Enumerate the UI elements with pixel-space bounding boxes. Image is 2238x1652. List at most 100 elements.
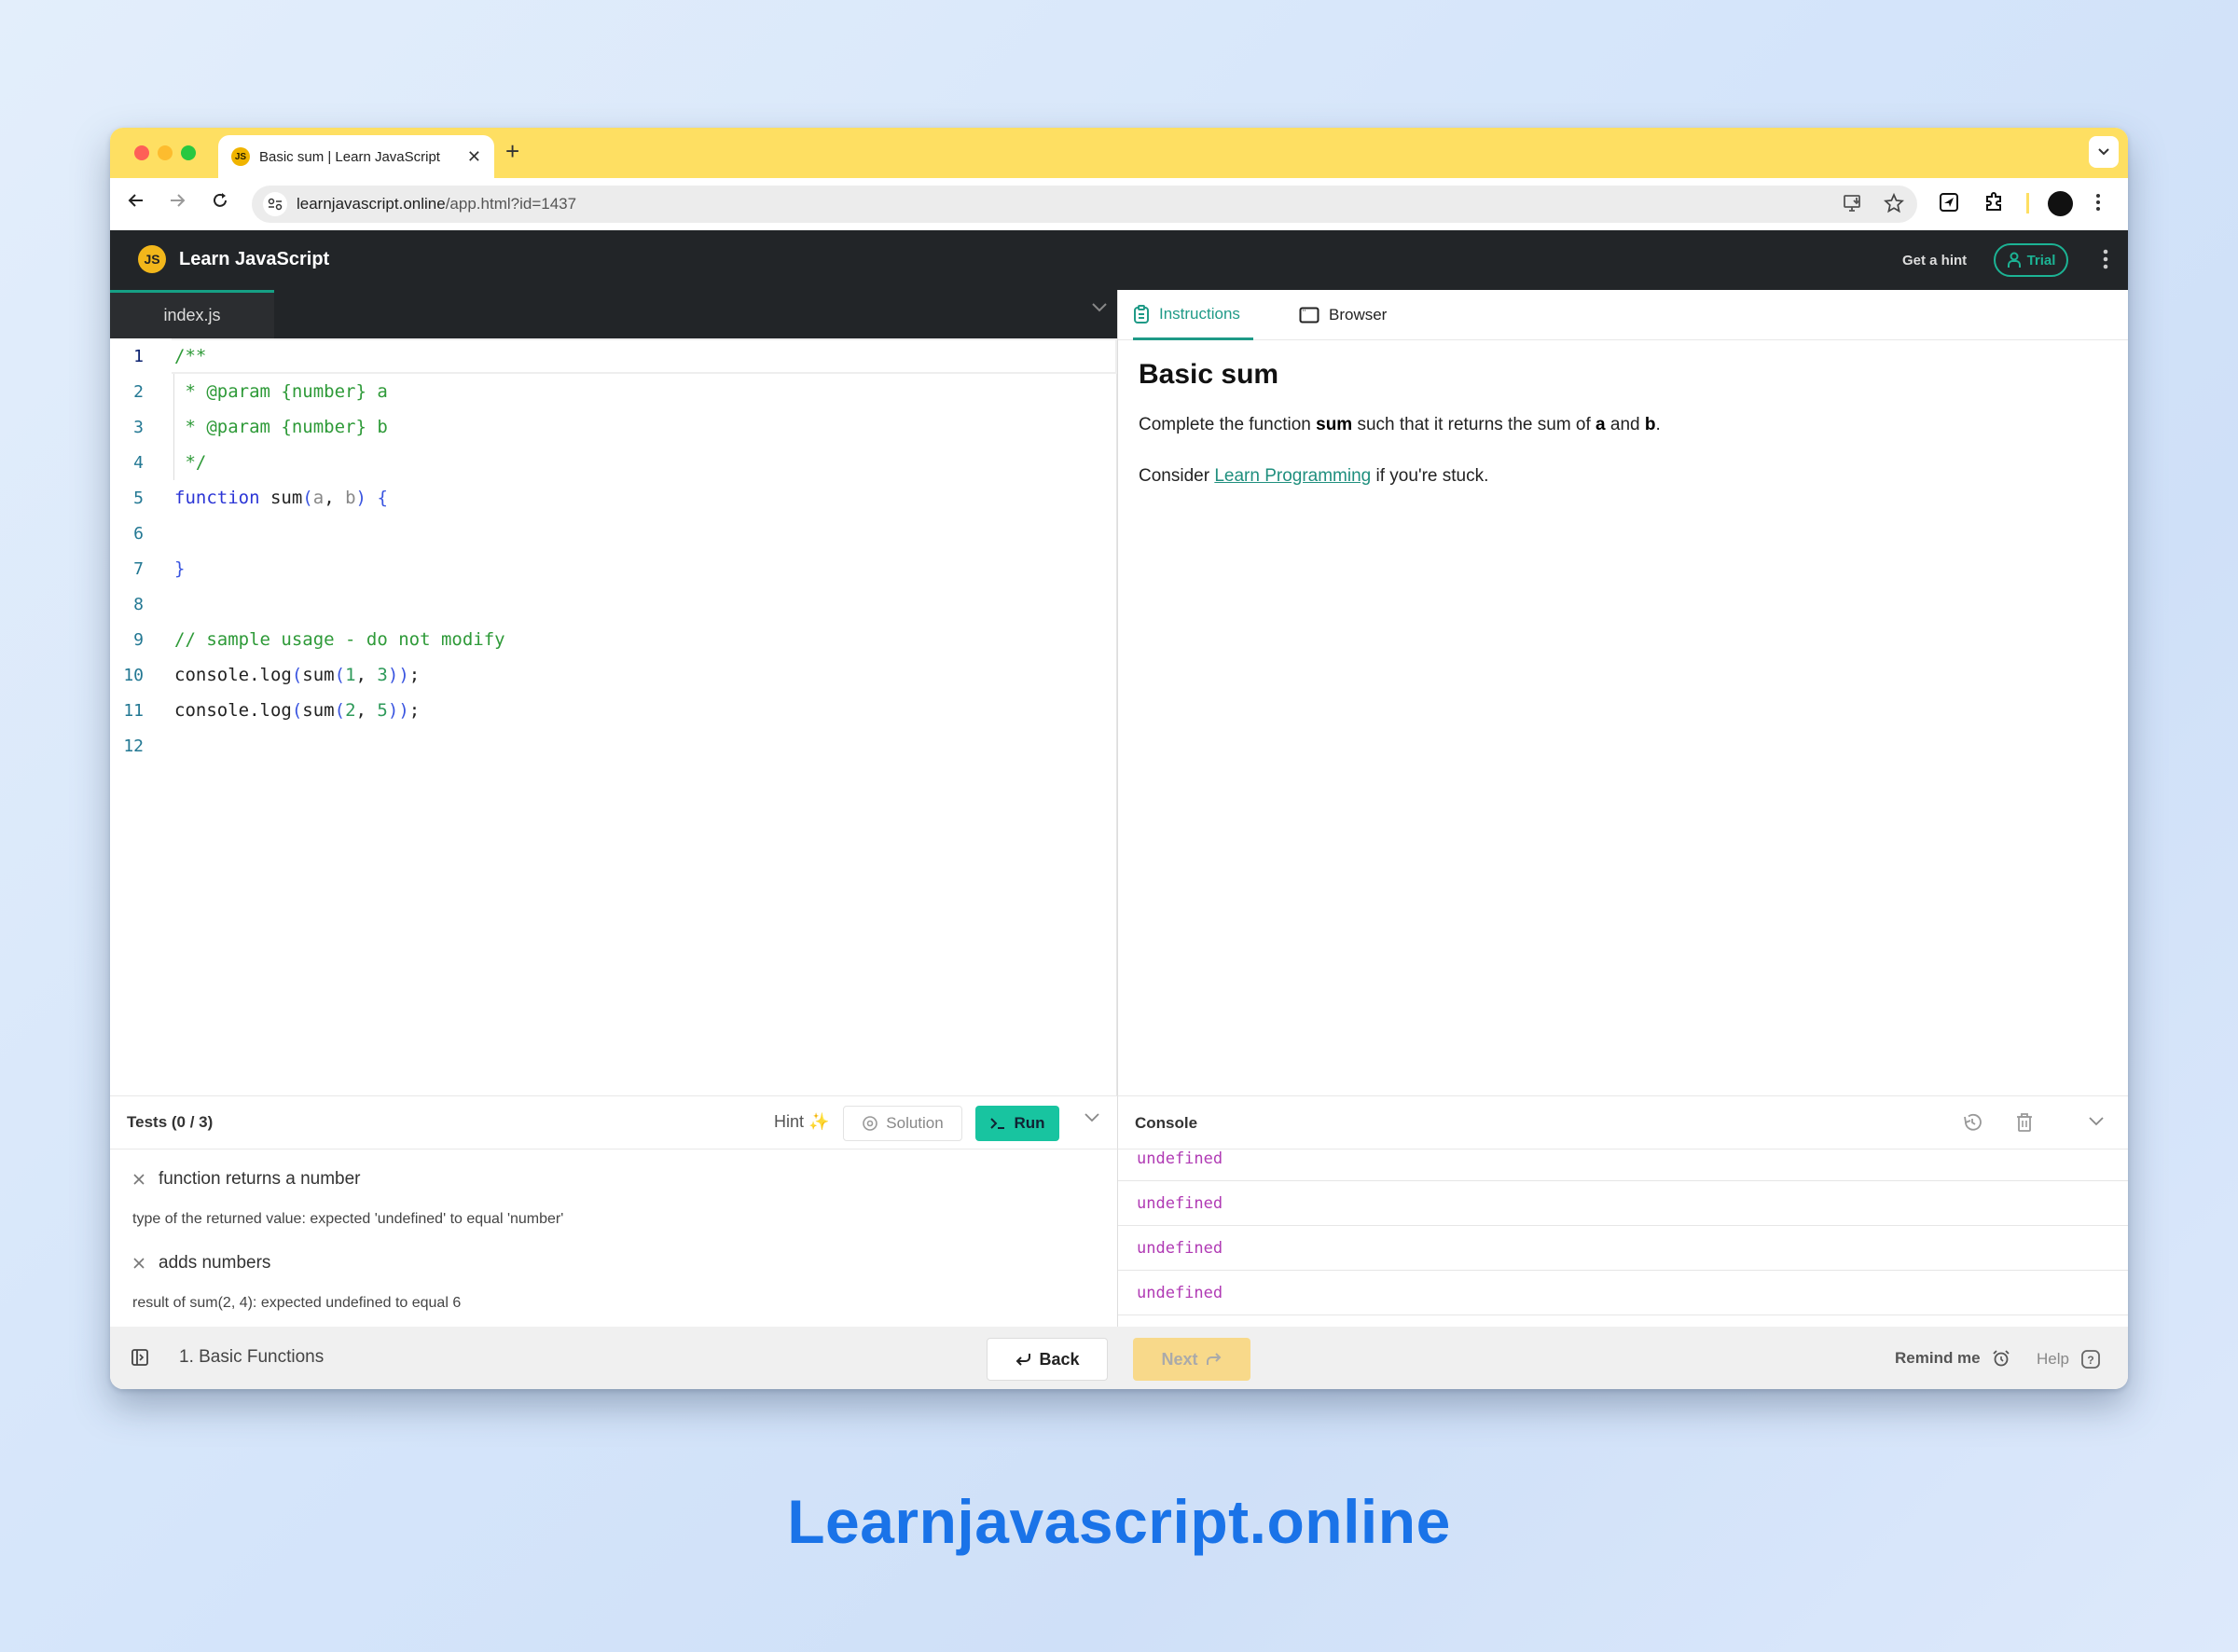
remind-me-button[interactable]: Remind me — [1895, 1349, 2010, 1368]
line-number: 4 — [133, 452, 144, 473]
chevron-down-icon — [2098, 148, 2109, 156]
tab-strip: JS Basic sum | Learn JavaScript ✕ + — [110, 128, 2128, 178]
site-info-icon[interactable] — [263, 192, 287, 216]
fail-x-icon — [133, 1258, 145, 1269]
browser-menu-icon[interactable] — [2094, 191, 2102, 218]
get-hint-link[interactable]: Get a hint — [1902, 253, 1967, 268]
code-line: 11 console.log(sum(2, 5)); — [110, 693, 1116, 728]
browser-tab[interactable]: JS Basic sum | Learn JavaScript ✕ — [218, 135, 494, 178]
fail-x-icon — [133, 1174, 145, 1185]
next-label: Next — [1161, 1349, 1198, 1369]
console-row: undefined — [1118, 1226, 2128, 1271]
footer-bar: 1. Basic Functions Back Next Remind me H… — [110, 1327, 2128, 1389]
next-button[interactable]: Next — [1133, 1338, 1250, 1381]
line-number: 11 — [123, 700, 144, 721]
new-tab-button[interactable]: + — [505, 137, 519, 166]
toolbar-divider — [2026, 193, 2029, 213]
line-number: 7 — [133, 558, 144, 579]
bookmark-star-icon[interactable] — [1884, 192, 1904, 218]
app-header: JS Learn JavaScript Get a hint Trial — [110, 230, 2128, 290]
app-title[interactable]: Learn JavaScript — [179, 249, 329, 270]
file-tab-index-js[interactable]: index.js — [110, 290, 274, 338]
back-label: Back — [1039, 1349, 1080, 1369]
instructions-panel: Basic sum Complete the function sum such… — [1117, 340, 2128, 1098]
instruction-paragraph: Complete the function sum such that it r… — [1139, 413, 2107, 438]
back-button[interactable]: Back — [987, 1338, 1108, 1381]
code-term: b — [1644, 415, 1656, 434]
hint-button[interactable]: Hint ✨ — [774, 1112, 829, 1132]
solution-label: Solution — [886, 1114, 944, 1132]
file-tab-label: index.js — [163, 306, 221, 324]
tab-label: Browser — [1329, 306, 1388, 324]
test-name: function returns a number — [159, 1169, 361, 1189]
hint-label: Hint — [774, 1112, 805, 1131]
tab-browser[interactable]: Browser — [1299, 290, 1387, 340]
test-name: adds numbers — [159, 1253, 271, 1273]
code-line: 8 — [110, 586, 1116, 622]
maximize-window-button[interactable] — [181, 145, 196, 160]
favicon-icon: JS — [231, 147, 250, 166]
js-logo: JS — [138, 245, 166, 273]
tab-label: Instructions — [1159, 304, 1240, 323]
trial-button[interactable]: Trial — [1994, 243, 2068, 277]
editor-tab-bar: index.js — [110, 290, 1117, 338]
learn-programming-link[interactable]: Learn Programming — [1214, 466, 1371, 486]
code-line: 6 — [110, 516, 1116, 551]
remind-label: Remind me — [1895, 1349, 1981, 1367]
back-nav-icon[interactable] — [127, 191, 145, 215]
code-text: // sample usage - do not modify — [174, 629, 505, 650]
solution-button[interactable]: Solution — [843, 1106, 962, 1141]
tab-instructions[interactable]: Instructions — [1133, 290, 1253, 340]
minimize-window-button[interactable] — [158, 145, 173, 160]
site-caption: Learnjavascript.online — [787, 1487, 1451, 1556]
line-number: 5 — [133, 488, 144, 508]
text: . — [1655, 415, 1661, 434]
tab-search-button[interactable] — [2089, 136, 2119, 168]
extension-send-icon[interactable] — [1938, 191, 1960, 218]
close-window-button[interactable] — [134, 145, 149, 160]
address-bar[interactable]: learnjavascript.online/app.html?id=1437 — [252, 186, 1917, 223]
code-line: 2 * @param {number} a — [110, 374, 1116, 409]
run-label: Run — [1014, 1114, 1045, 1132]
test-item: adds numbers — [132, 1253, 270, 1273]
code-editor[interactable]: 1 /** 2 * @param {number} a 3 * @param {… — [110, 338, 1117, 1098]
code-line: 5 function sum(a, b) { — [110, 480, 1116, 516]
eye-icon — [863, 1116, 878, 1131]
code-line: 7 } — [110, 551, 1116, 586]
help-question-icon: ? — [2081, 1350, 2100, 1369]
profile-avatar[interactable] — [2048, 191, 2073, 216]
line-number: 12 — [123, 736, 144, 756]
chevron-down-icon[interactable] — [2088, 1115, 2105, 1132]
console-output: undefined undefined undefined undefined — [1117, 1150, 2128, 1327]
terminal-icon — [990, 1118, 1005, 1129]
extensions-puzzle-icon[interactable] — [1982, 191, 2005, 218]
sparkle-icon: ✨ — [808, 1112, 830, 1131]
line-number: 9 — [133, 629, 144, 650]
line-number: 2 — [133, 381, 144, 402]
trial-label: Trial — [2026, 252, 2056, 268]
close-tab-icon[interactable]: ✕ — [467, 147, 481, 167]
history-icon[interactable] — [1961, 1111, 1983, 1138]
browser-window-icon — [1299, 307, 1319, 324]
help-button[interactable]: Help ? — [2037, 1349, 2101, 1370]
code-text: console.log(sum(1, 3)); — [174, 665, 421, 685]
reload-icon[interactable] — [211, 191, 229, 215]
console-row: undefined — [1118, 1271, 2128, 1315]
help-paragraph: Consider Learn Programming if you're stu… — [1139, 464, 2107, 489]
chevron-down-icon[interactable] — [1084, 1111, 1100, 1128]
text: such that it returns the sum of — [1352, 415, 1596, 434]
test-item: function returns a number — [132, 1169, 361, 1190]
clipboard-icon — [1134, 304, 1149, 324]
code-line: 3 * @param {number} b — [110, 409, 1116, 445]
run-button[interactable]: Run — [975, 1106, 1059, 1141]
sidebar-toggle-icon[interactable] — [131, 1348, 149, 1371]
trash-icon[interactable] — [2015, 1111, 2034, 1138]
tab-title: Basic sum | Learn JavaScript — [259, 148, 440, 165]
app-menu-icon[interactable] — [2102, 247, 2109, 276]
line-number: 1 — [133, 346, 144, 366]
chapter-label[interactable]: 1. Basic Functions — [179, 1347, 324, 1368]
chevron-down-icon[interactable] — [1091, 301, 1108, 318]
forward-nav-icon[interactable] — [168, 191, 186, 215]
code-line: 10 console.log(sum(1, 3)); — [110, 657, 1116, 693]
install-app-icon[interactable] — [1843, 193, 1863, 218]
